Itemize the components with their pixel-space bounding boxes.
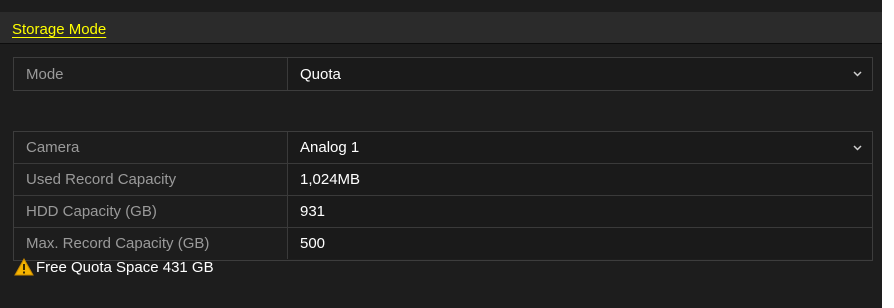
hdd-capacity-row: HDD Capacity (GB) 931 [14, 196, 872, 228]
camera-settings-panel: Camera Analog 1 Used Record Capacity 1,0… [13, 131, 873, 261]
hdd-capacity-label: HDD Capacity (GB) [14, 196, 288, 227]
used-record-capacity-value: 1,024MB [288, 164, 872, 195]
mode-select[interactable]: Quota [288, 58, 872, 90]
camera-value: Analog 1 [300, 139, 360, 156]
tab-bar: Storage Mode [0, 12, 882, 44]
free-quota-text: Free Quota Space 431 GB [36, 258, 214, 276]
storage-mode-window: Storage Mode Mode Quota Camera Analog 1 … [0, 0, 882, 308]
tab-storage-mode[interactable]: Storage Mode [12, 17, 110, 43]
mode-value: Quota [300, 65, 341, 83]
warning-icon [14, 258, 34, 276]
mode-row: Mode Quota [14, 58, 872, 90]
max-record-capacity-input[interactable]: 500 [288, 228, 872, 259]
mode-label: Mode [14, 58, 288, 90]
camera-select[interactable]: Analog 1 [288, 132, 872, 163]
page-margin [882, 0, 894, 308]
free-quota-notice: Free Quota Space 431 GB [14, 255, 214, 279]
mode-panel: Mode Quota [13, 57, 873, 91]
hdd-capacity-value: 931 [288, 196, 872, 227]
chevron-down-icon [853, 71, 862, 77]
chevron-down-icon [853, 144, 862, 151]
used-record-capacity-label: Used Record Capacity [14, 164, 288, 195]
camera-row: Camera Analog 1 [14, 132, 872, 164]
used-record-capacity-row: Used Record Capacity 1,024MB [14, 164, 872, 196]
camera-label: Camera [14, 132, 288, 163]
